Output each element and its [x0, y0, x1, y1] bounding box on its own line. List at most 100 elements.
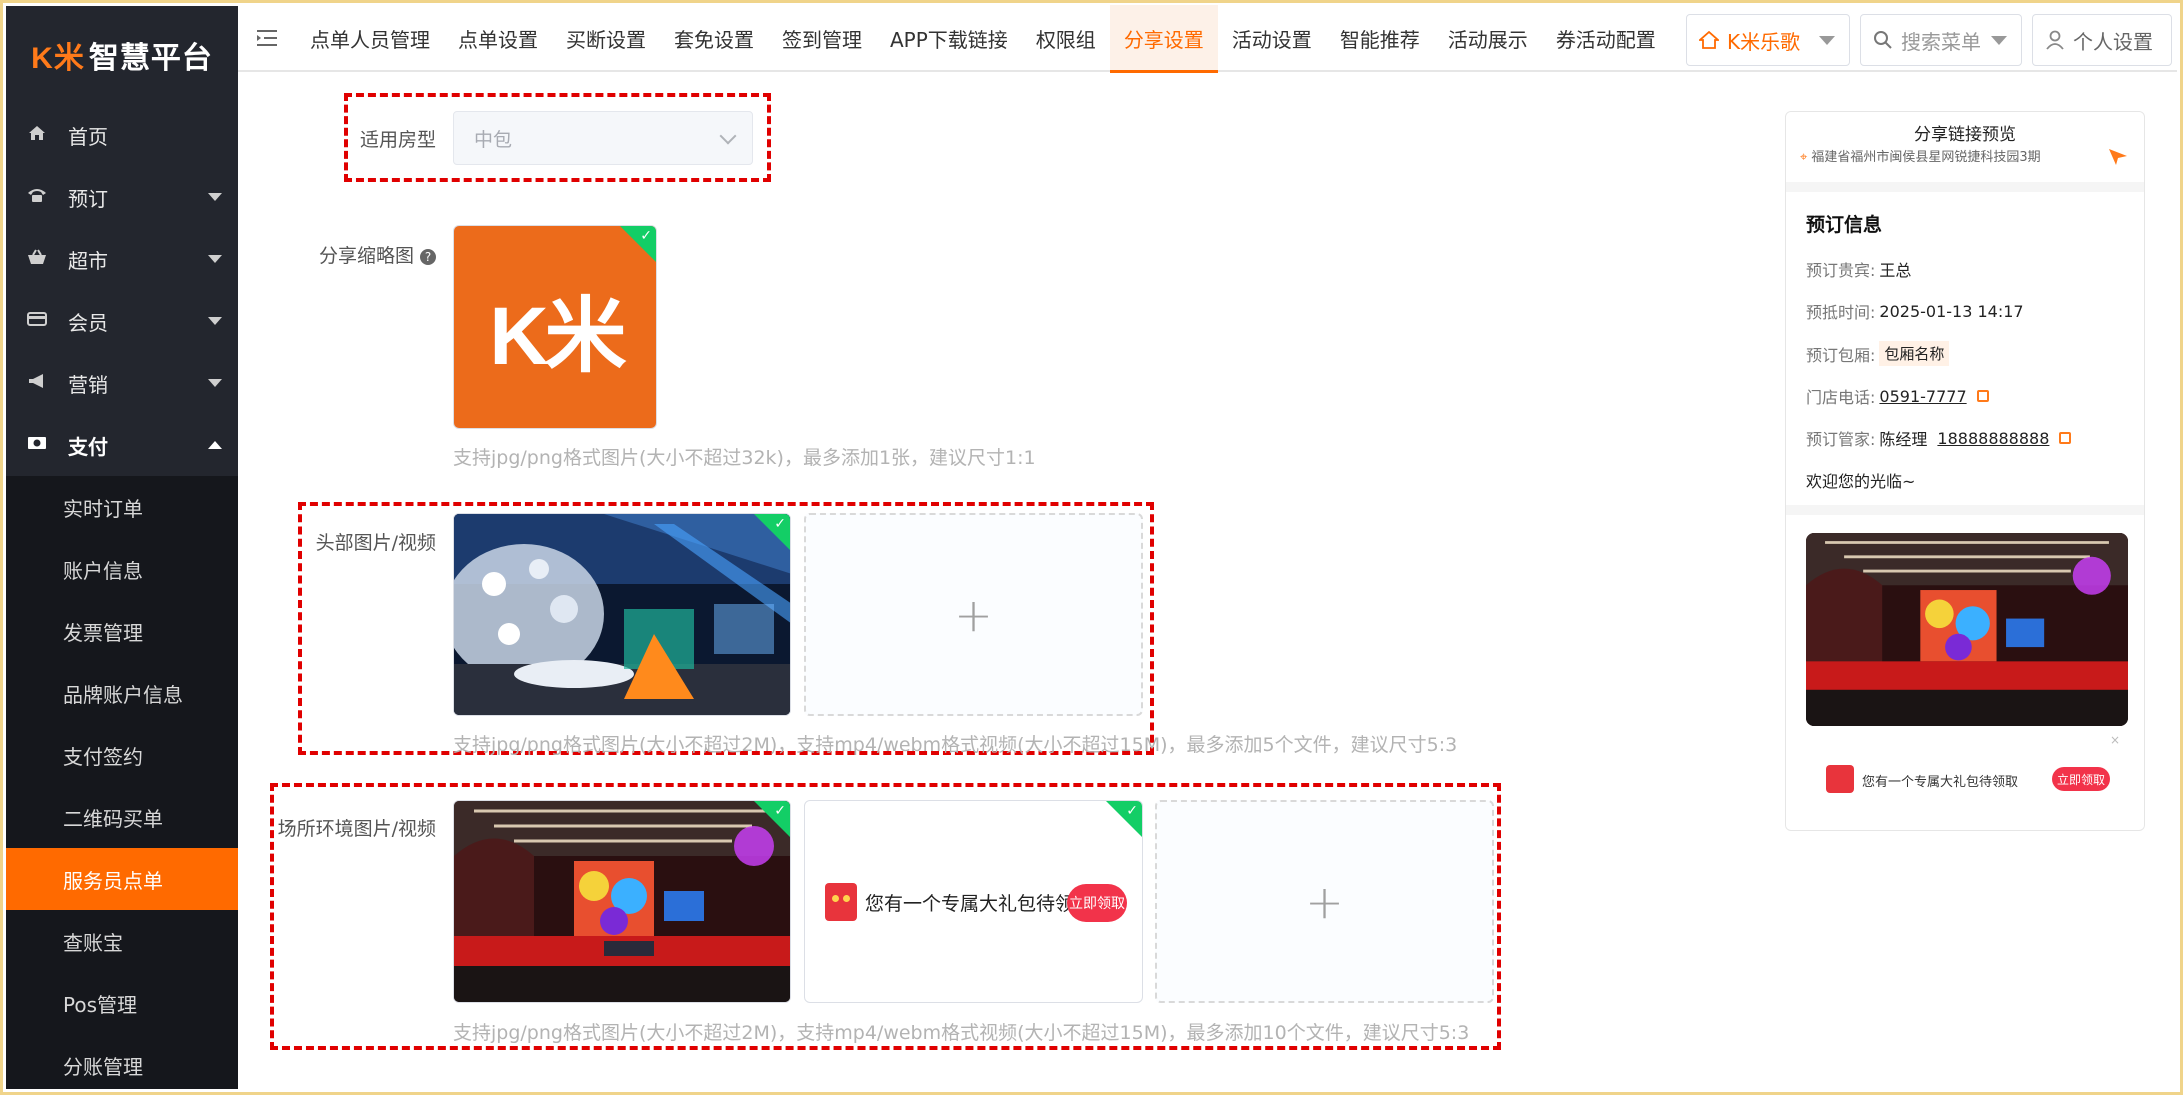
close-icon: × [2109, 733, 2120, 747]
megaphone-icon [24, 373, 50, 394]
tab-share-settings[interactable]: 分享设置 [1109, 5, 1218, 73]
share-thumbnail-image[interactable]: K米 ✓ [453, 225, 657, 429]
top-nav-bar: 点单人员管理 点单设置 买断设置 套免设置 签到管理 APP下载链接 权限组 分… [238, 5, 2177, 73]
header-media-label: 头部图片/视频 [315, 532, 436, 554]
tab-smart-recommend[interactable]: 智能推荐 [1326, 5, 1434, 71]
tab-activity-settings[interactable]: 活动设置 [1218, 5, 1326, 71]
check-icon: ✓ [640, 228, 652, 244]
store-select-value: K米乐歌 [1727, 29, 1801, 54]
sidebar-item-label: 会员 [68, 310, 108, 335]
preview-section-title: 预订信息 [1806, 214, 1883, 236]
sidebar: K米 智慧平台 首页 预订 超市 会员 营销 支付 实时订单 账户信息 发票管理… [6, 6, 238, 1089]
location-pin-icon: ⌖ [1800, 150, 1808, 165]
preview-header: 分享链接预览 ⌖ 福建省福州市闽侯县星网锐捷科技园3期 [1786, 112, 2144, 182]
preview-booking-card: 预订信息 预订贵宾: 王总 预抵时间: 2025-01-13 14:17 预订包厢:… [1786, 192, 2144, 505]
chevron-down-icon [208, 379, 222, 387]
preview-address-text: 福建省福州市闽侯县星网锐捷科技园3期 [1811, 150, 2041, 165]
chevron-down-icon [208, 317, 222, 325]
sidebar-item-payment[interactable]: 支付 [6, 414, 238, 476]
sidebar-subitem-audit[interactable]: 查账宝 [6, 910, 238, 972]
payment-submenu: 实时订单 账户信息 发票管理 品牌账户信息 支付签约 二维码买单 服务员点单 查… [6, 476, 238, 1089]
logo: K米 智慧平台 [6, 6, 238, 104]
sidebar-subitem-pos[interactable]: Pos管理 [6, 972, 238, 1034]
preview-row-guest: 预订贵宾: 王总 [1806, 261, 1912, 280]
home-icon [24, 125, 50, 146]
chevron-down-icon [1819, 36, 1835, 45]
tab-buyout-settings[interactable]: 买断设置 [552, 5, 660, 71]
menu-fold-icon[interactable] [238, 5, 296, 71]
gift-banner-text: 您有一个专属大礼包待领取 [865, 893, 1094, 915]
menu-search-placeholder: 搜索菜单 [1901, 29, 1981, 54]
header-media-add-button[interactable]: + [804, 513, 1143, 716]
sidebar-subitem-payment-contract[interactable]: 支付签约 [6, 724, 238, 786]
home-outline-icon [1699, 31, 1719, 49]
env-media-hint: 支持jpg/png格式图片(大小不超过2M)，支持mp4/webm格式视频(大小… [453, 1022, 1470, 1044]
share-thumb-label: 分享缩略图 ? [300, 241, 436, 268]
sidebar-item-label: 预订 [68, 186, 108, 211]
red-envelope-icon [825, 883, 857, 921]
env-media-add-button[interactable]: + [1155, 800, 1494, 1003]
sidebar-subitem-split[interactable]: 分账管理 [6, 1034, 238, 1089]
navigate-arrow-icon [2109, 149, 2127, 165]
sidebar-item-marketing[interactable]: 营销 [6, 352, 238, 414]
sidebar-item-member[interactable]: 会员 [6, 290, 238, 352]
preview-row-manager: 预订管家: 陈经理 18888888888 [1806, 426, 2124, 450]
sidebar-item-home[interactable]: 首页 [6, 104, 238, 166]
preview-row-phone: 门店电话: 0591-7777 [1806, 384, 2124, 408]
chevron-up-icon [208, 441, 222, 449]
env-media-label: 场所环境图片/视频 [277, 818, 436, 840]
share-thumb-hint: 支持jpg/png格式图片(大小不超过32k)，最多添加1张，建议尺寸1:1 [453, 447, 1036, 469]
menu-search[interactable]: 搜索菜单 [1860, 14, 2022, 66]
ktv-lobby-image [454, 514, 790, 715]
tab-permission-group[interactable]: 权限组 [1022, 5, 1110, 71]
personal-settings-button[interactable]: 个人设置 [2032, 14, 2172, 66]
header-media-image[interactable]: ✓ [453, 513, 791, 716]
check-icon: ✓ [774, 803, 786, 819]
tab-package-free[interactable]: 套免设置 [660, 5, 768, 71]
tab-activity-display[interactable]: 活动展示 [1434, 5, 1542, 71]
basket-icon [24, 248, 50, 270]
chevron-down-icon [208, 255, 222, 263]
env-media-image-2[interactable]: 您有一个专属大礼包待领取 立即领取 ✓ [804, 800, 1143, 1003]
sidebar-subitem-account-info[interactable]: 账户信息 [6, 538, 238, 600]
cash-icon [24, 435, 50, 456]
chevron-down-icon [719, 127, 737, 145]
logo-mark: K米 [31, 42, 85, 75]
check-icon: ✓ [1126, 803, 1138, 819]
sidebar-subitem-invoice[interactable]: 发票管理 [6, 600, 238, 662]
preview-row-arrive: 预抵时间: 2025-01-13 14:17 [1806, 301, 2024, 323]
tab-coupon-config[interactable]: 券活动配置 [1542, 5, 1670, 71]
sidebar-item-booking[interactable]: 预订 [6, 166, 238, 228]
sidebar-subitem-brand-account[interactable]: 品牌账户信息 [6, 662, 238, 724]
env-media-image-1[interactable]: ✓ [453, 800, 791, 1003]
plus-icon: + [1305, 874, 1344, 929]
sidebar-subitem-realtime-orders[interactable]: 实时订单 [6, 476, 238, 538]
card-icon [24, 311, 50, 332]
preview-title: 分享链接预览 [1914, 125, 2016, 145]
copy-icon [1976, 390, 1989, 402]
room-type-label: 适用房型 [359, 129, 436, 151]
preview-gift-text: 您有一个专属大礼包待领取 [1862, 775, 2019, 790]
chevron-down-icon [208, 193, 222, 201]
sidebar-subitem-qr-pay[interactable]: 二维码买单 [6, 786, 238, 848]
tab-order-settings[interactable]: 点单设置 [444, 5, 552, 71]
sidebar-subitem-waiter-order[interactable]: 服务员点单 [6, 848, 238, 910]
tab-app-download[interactable]: APP下载链接 [876, 5, 1022, 71]
preview-gift-button: 立即领取 [2052, 767, 2110, 791]
sidebar-item-market[interactable]: 超市 [6, 228, 238, 290]
gift-banner-button: 立即领取 [1067, 884, 1127, 922]
sidebar-item-label: 支付 [68, 434, 108, 459]
room-type-select[interactable]: 中包 [453, 111, 753, 165]
preview-env-image [1806, 533, 2128, 726]
help-icon[interactable]: ? [420, 248, 436, 265]
preview-media-card: × 您有一个专属大礼包待领取 立即领取 [1786, 515, 2144, 830]
personal-settings-label: 个人设置 [2073, 29, 2153, 54]
share-link-preview: 分享链接预览 ⌖ 福建省福州市闽侯县星网锐捷科技园3期 预订信息 预订贵宾: 王总 … [1785, 111, 2145, 831]
store-select[interactable]: K米乐歌 [1686, 14, 1850, 66]
tab-checkin[interactable]: 签到管理 [768, 5, 876, 71]
logo-text: 智慧平台 [88, 41, 213, 76]
chevron-down-icon [1991, 36, 2007, 45]
red-envelope-icon [1826, 765, 1854, 793]
tab-order-staff[interactable]: 点单人员管理 [296, 5, 444, 71]
sidebar-item-label: 超市 [68, 248, 108, 273]
